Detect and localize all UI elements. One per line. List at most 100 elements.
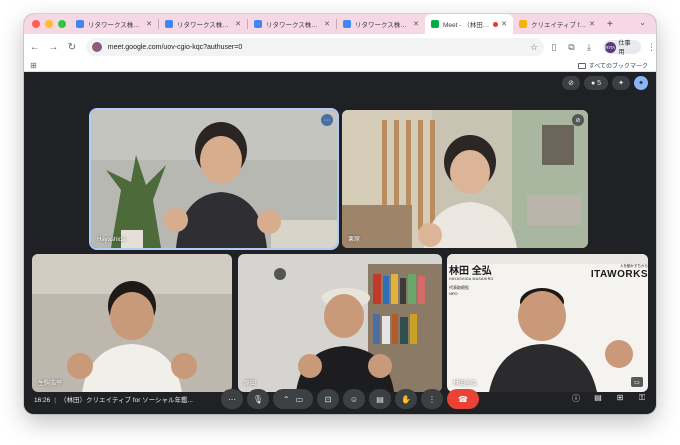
participant-tile-kurihara[interactable]: ⊘ 栗原 <box>342 110 588 248</box>
close-icon[interactable]: ✕ <box>589 20 595 28</box>
back-arrow-icon[interactable]: ← <box>27 42 43 53</box>
slides-icon <box>519 20 527 28</box>
recording-dot-icon <box>493 21 499 27</box>
muted-mic-icon: ⊘ <box>572 114 584 126</box>
docs-icon <box>254 20 262 28</box>
tab-slides[interactable]: クリエイティブ for ソーシャル ✕ <box>513 14 601 34</box>
presentation-name-romaji: HAYASHIDA MASAHIRO <box>449 277 494 281</box>
window-close-button[interactable] <box>32 20 40 28</box>
video-feed <box>238 254 442 392</box>
forward-arrow-icon[interactable]: → <box>46 42 62 53</box>
presentation-card: 林田 全弘 HAYASHIDA MASAHIRO 代表取締役 NPO <box>449 262 519 296</box>
end-call-icon: ☎ <box>458 394 468 404</box>
site-info-icon[interactable] <box>91 42 102 52</box>
effects-icon[interactable]: ✦ <box>612 76 630 90</box>
meeting-info: 16:26 | （林田）クリエイティブ for ソーシャル年鑑... <box>34 394 193 404</box>
presentation-title-npo: NPO <box>449 291 458 296</box>
gemini-icon[interactable]: ✦ <box>634 76 648 90</box>
window-minimize-button[interactable] <box>45 20 53 28</box>
participant-tile-hayashida-masahiro[interactable]: 林田 全弘 HAYASHIDA MASAHIRO 代表取締役 NPO 人を動かす… <box>447 254 648 392</box>
more-actions-button[interactable]: ⋮ <box>421 389 443 409</box>
people-count-button[interactable]: ● 5 <box>584 76 608 90</box>
more-horizontal-icon: ⋯ <box>228 394 236 404</box>
participant-tile-ikoma[interactable]: 生駒浩平 <box>32 254 232 392</box>
meet-bottom-bar: 16:26 | （林田）クリエイティブ for ソーシャル年鑑... ⋯ 🎙 ⌃ ▭ … <box>24 385 656 414</box>
present-screen-button[interactable]: ⊡ <box>317 389 339 409</box>
close-icon[interactable]: ✕ <box>501 20 507 28</box>
reactions-button[interactable]: ☺ <box>343 389 365 409</box>
new-tab-button[interactable]: + <box>607 19 613 30</box>
call-controls: ⋯ 🎙 ⌃ ▭ ⊡ ☺ ▤ ✋ ⋮ ☎ <box>221 389 479 409</box>
video-feed <box>32 254 232 392</box>
microphone-icon: 🎙 <box>252 394 264 404</box>
captions-button[interactable]: ▤ <box>369 389 391 409</box>
meeting-time: 16:26 <box>34 397 51 404</box>
tab-meet[interactable]: Meet - （林田）クリエ ✕ <box>425 14 513 34</box>
captions-off-icon[interactable]: ⊘ <box>562 76 580 90</box>
meeting-title: （林田）クリエイティブ for ソーシャル年鑑... <box>59 397 193 404</box>
reload-icon[interactable]: ↻ <box>64 42 80 53</box>
url-text: meet.google.com/uov-cgio-kqc?authuser=0 <box>107 43 243 51</box>
chevron-up-icon: ⌃ <box>282 394 290 404</box>
microphone-button[interactable]: 🎙 <box>247 389 269 409</box>
docs-icon <box>76 20 84 28</box>
video-feed <box>91 110 337 248</box>
presentation-brand: 人を動かすちから ITAWORKS <box>575 264 648 280</box>
window-zoom-button[interactable] <box>58 20 66 28</box>
meet-stage: ⊘ ● 5 ✦ ✦ ⋯ Hayashida ⊘ 栗原 生駒浩平 原田 林田 全弘… <box>24 72 656 414</box>
browser-toolbar: ← → ↻ meet.google.com/uov-cgio-kqc?authu… <box>24 34 656 60</box>
more-options-icon[interactable]: ⋯ <box>321 114 333 126</box>
folder-icon <box>577 62 586 69</box>
all-bookmarks-button[interactable]: すべてのブックマーク <box>577 61 648 70</box>
bookmarks-bar: ⊞ すべてのブックマーク <box>24 60 656 72</box>
profile-button[interactable]: RITA 仕事用 <box>602 40 642 56</box>
divider: | <box>54 397 56 404</box>
more-vertical-icon: ⋮ <box>428 394 436 404</box>
captions-icon: ▤ <box>376 394 384 404</box>
bookmark-star-icon[interactable]: ☆ <box>530 42 538 53</box>
address-bar[interactable]: meet.google.com/uov-cgio-kqc?authuser=0 … <box>85 38 545 56</box>
close-icon[interactable]: ✕ <box>324 20 330 28</box>
browser-window: リタワークス株式会社 - カ ✕ リタワークス株式会社 - カ ✕ リタワークス… <box>24 14 656 414</box>
camera-icon: ▭ <box>295 394 304 404</box>
window-controls <box>32 20 70 28</box>
meet-top-controls: ⊘ ● 5 ✦ ✦ <box>562 76 648 90</box>
raise-hand-button[interactable]: ✋ <box>395 389 417 409</box>
close-icon[interactable]: ✕ <box>146 20 152 28</box>
close-icon[interactable]: ✕ <box>413 20 419 28</box>
side-panel-icon[interactable]: ▯ <box>546 42 562 53</box>
host-controls-icon[interactable]: ⚿ <box>636 393 648 404</box>
apps-grid-icon[interactable]: ⊞ <box>30 61 37 70</box>
participant-tile-harada[interactable]: 原田 <box>238 254 442 392</box>
extensions-icon[interactable]: ⧉ <box>564 42 580 53</box>
presentation-brand-text: ITAWORKS <box>590 269 648 280</box>
activities-icon[interactable]: ⊞ <box>614 393 626 404</box>
participant-tile-hayashida[interactable]: ⋯ Hayashida <box>91 110 337 248</box>
people-icon: ● <box>590 79 596 87</box>
leave-call-button[interactable]: ☎ <box>447 389 479 409</box>
tab-docs-2[interactable]: リタワークス株式会社 - カ ✕ <box>159 14 247 34</box>
side-controls: ⓘ ▤ ⊞ ⚿ <box>570 393 648 404</box>
browser-menu-icon[interactable]: ⋮ <box>647 42 656 53</box>
camera-button[interactable]: ⌃ ▭ <box>273 389 313 409</box>
avatar: RITA <box>604 41 616 53</box>
chat-icon[interactable]: ▤ <box>592 393 604 404</box>
emoji-icon: ☺ <box>349 394 359 404</box>
tab-docs-3[interactable]: リタワークス株式会社 - カ ✕ <box>248 14 336 34</box>
present-icon: ⊡ <box>324 394 332 404</box>
presentation-name-kanji: 林田 全弘 <box>449 266 492 277</box>
download-icon[interactable]: ⤓ <box>581 42 597 53</box>
tab-search-chevron-icon[interactable]: ⌄ <box>639 18 646 27</box>
more-options-button[interactable]: ⋯ <box>221 389 243 409</box>
video-feed <box>342 110 588 248</box>
profile-label: 仕事用 <box>618 41 631 56</box>
tab-docs-1[interactable]: リタワークス株式会社 - カ ✕ <box>70 14 158 34</box>
tab-docs-4[interactable]: リタワークス株式会社 - カ ✕ <box>337 14 425 34</box>
docs-icon <box>343 20 351 28</box>
tab-strip: リタワークス株式会社 - カ ✕ リタワークス株式会社 - カ ✕ リタワークス… <box>24 14 656 34</box>
hand-icon: ✋ <box>401 394 411 404</box>
meet-icon <box>431 20 439 28</box>
docs-icon <box>165 20 173 28</box>
meeting-details-icon[interactable]: ⓘ <box>570 393 582 404</box>
close-icon[interactable]: ✕ <box>235 20 241 28</box>
